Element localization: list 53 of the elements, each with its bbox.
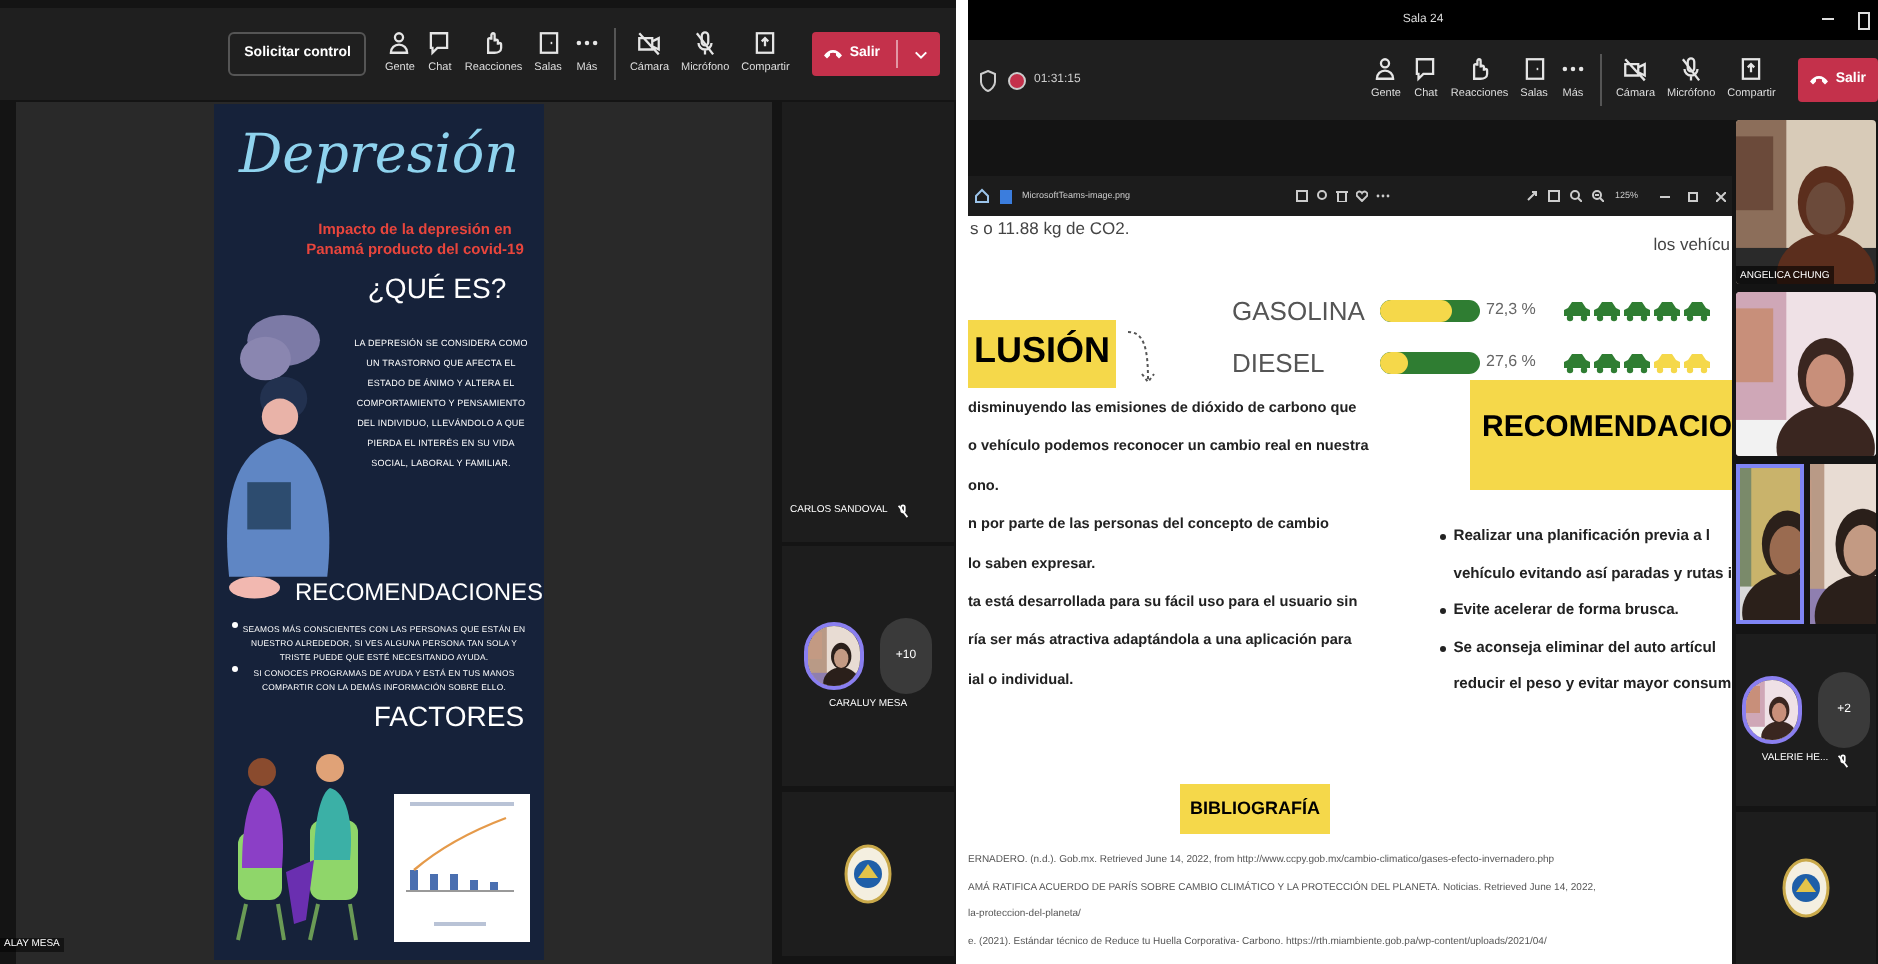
poster-heading: FACTORES (373, 698, 525, 736)
file-icon (1000, 189, 1012, 203)
camera-off-icon (636, 30, 663, 57)
caret-icon (914, 49, 928, 59)
bullet-icon (231, 622, 237, 628)
zoom-in-icon[interactable] (1592, 190, 1605, 202)
fuel-label: GASOLINA (1232, 297, 1367, 323)
poster-heading: ¿QUÉ ES? (367, 270, 507, 308)
people-icon (386, 30, 413, 57)
poster-title: Depresión (239, 122, 519, 190)
close-icon[interactable] (1716, 191, 1726, 201)
fuel-reading: 27,6 % (1486, 350, 1538, 374)
delete-icon[interactable] (1336, 190, 1349, 202)
chat-icon (1412, 56, 1439, 83)
fuel-reading: 72,3 % (1486, 298, 1538, 322)
edit-icon[interactable] (1296, 190, 1309, 202)
chat-icon (426, 30, 453, 57)
door-icon (535, 30, 562, 57)
mic-off-icon (692, 30, 719, 57)
bullet-icon (1439, 534, 1446, 540)
expand-icon[interactable] (1526, 190, 1539, 202)
bullet-icon (1439, 645, 1446, 651)
people-icon (1372, 56, 1399, 83)
door-icon (1521, 56, 1548, 83)
emblem-icon (1782, 858, 1830, 918)
emblem-icon (844, 844, 892, 904)
phone-icon (823, 48, 842, 60)
pin-icon[interactable] (1316, 190, 1329, 202)
fuel-label: DIESEL (1232, 349, 1327, 375)
poster-heading: RECOMENDACIONES (294, 576, 543, 610)
heart-icon[interactable] (1356, 190, 1369, 202)
share-icon (1738, 56, 1765, 83)
slide-text: s o 11.88 kg de CO2. (970, 216, 1130, 242)
shield-icon (980, 69, 996, 91)
bullet-icon (231, 666, 237, 672)
section-heading: LUSIÓN (968, 320, 1117, 388)
minimize-icon[interactable] (1822, 18, 1834, 22)
section-heading: RECOMENDACIO (1469, 380, 1732, 490)
more-icon[interactable] (1376, 190, 1391, 202)
share-icon (752, 30, 779, 57)
dotted-arrow-icon (1124, 328, 1157, 388)
maximize-icon[interactable] (1688, 191, 1698, 201)
home-icon[interactable] (974, 188, 990, 204)
zoom-out-icon[interactable] (1570, 190, 1583, 202)
crop-icon[interactable] (1548, 190, 1561, 202)
camera-off-icon (1622, 56, 1649, 83)
minimize-icon[interactable] (1660, 195, 1670, 197)
section-heading: BIBLIOGRAFÍA (1180, 784, 1330, 834)
mic-off-icon (1678, 56, 1705, 83)
slide-text: los vehícu (1653, 232, 1730, 258)
bullet-icon (1439, 608, 1446, 614)
restore-icon[interactable] (1858, 11, 1870, 29)
phone-icon (1809, 74, 1828, 86)
